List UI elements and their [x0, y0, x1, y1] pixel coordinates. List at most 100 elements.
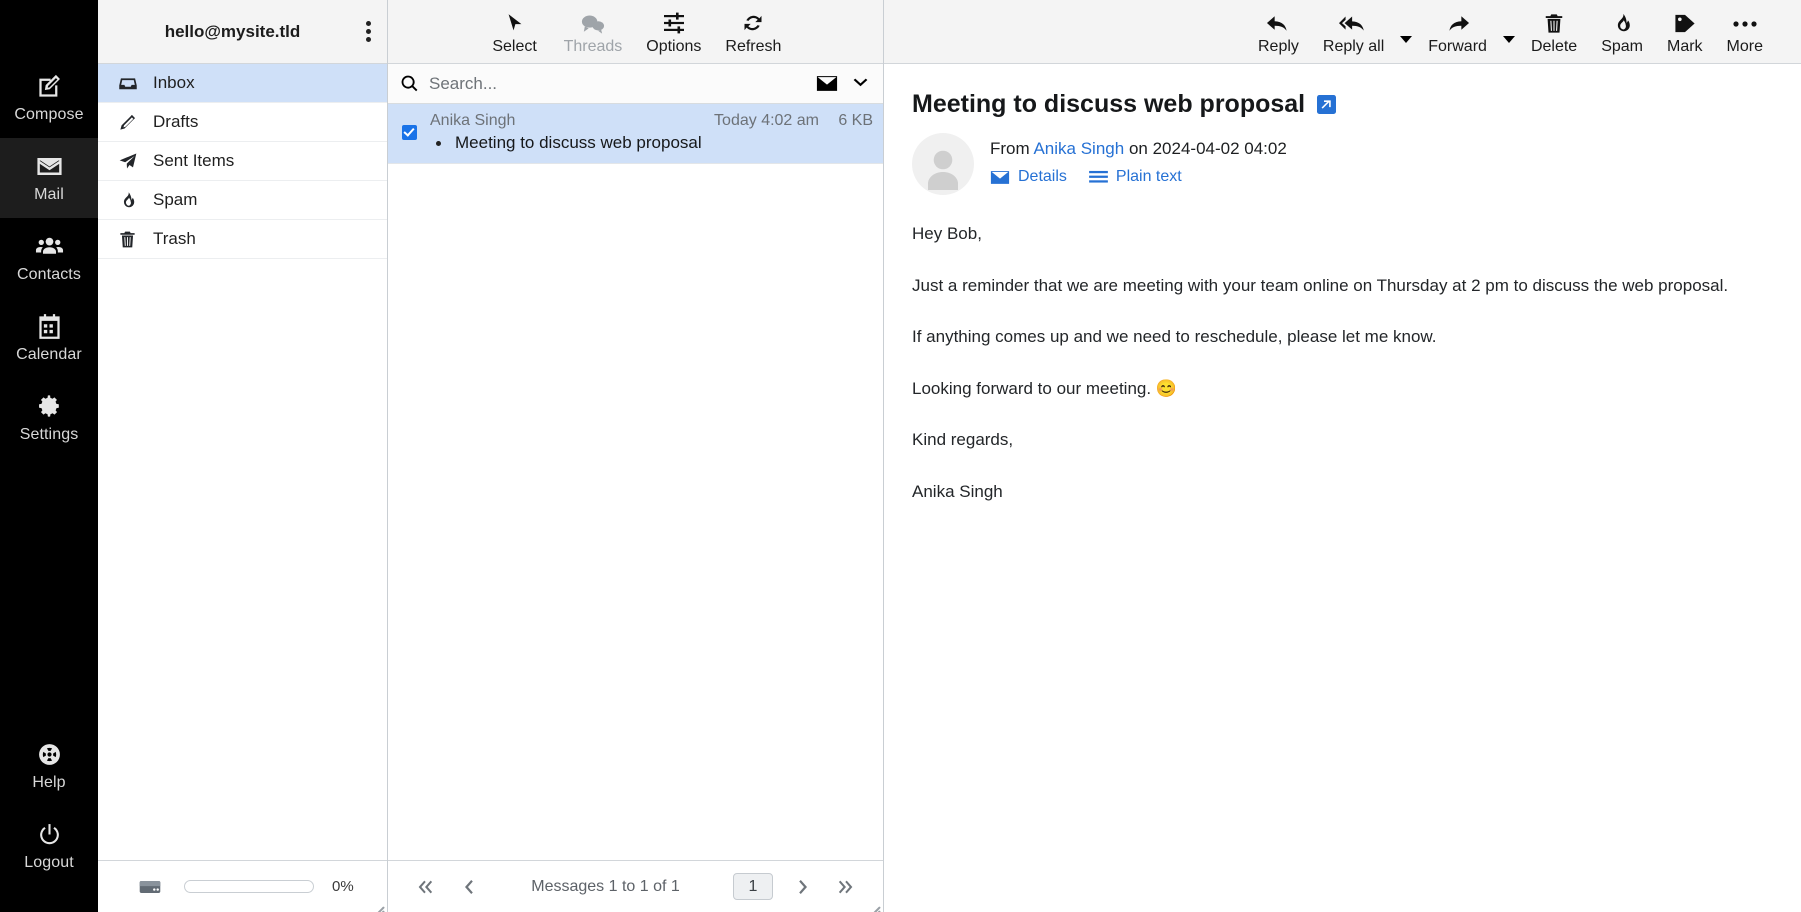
message-view-panel: Reply Reply all Forward [884, 0, 1801, 912]
calendar-icon [36, 311, 63, 341]
search-bar[interactable] [388, 64, 883, 104]
toolbar-label: Forward [1428, 38, 1487, 56]
folder-item-drafts[interactable]: Drafts [98, 103, 387, 142]
message-sender-meta: From Anika Singh on 2024-04-02 04:02 Det… [990, 133, 1287, 186]
from-sender-link[interactable]: Anika Singh [1033, 139, 1124, 158]
chevron-down-icon[interactable] [852, 78, 869, 89]
envelope-icon[interactable] [816, 75, 838, 92]
quota-footer: 0% [98, 860, 387, 912]
message-checkbox[interactable] [388, 112, 430, 153]
mark-button[interactable]: Mark [1657, 7, 1713, 56]
folder-item-inbox[interactable]: Inbox [98, 64, 387, 103]
open-in-new-window-icon[interactable] [1317, 95, 1336, 114]
task-sidebar-spacer [0, 458, 98, 726]
task-logout[interactable]: Logout [0, 806, 98, 886]
folders-header: hello@mysite.tld [98, 0, 387, 64]
folder-options-button[interactable] [349, 0, 387, 63]
lines-icon [1089, 170, 1108, 185]
message-list-footer: Messages 1 to 1 of 1 [388, 860, 883, 912]
folder-item-trash[interactable]: Trash [98, 220, 387, 259]
message-subject: Meeting to discuss web proposal [455, 133, 702, 153]
fire-icon [118, 191, 150, 210]
disk-drive-icon [138, 878, 162, 896]
folder-label: Sent Items [150, 151, 234, 171]
compose-icon [36, 71, 63, 101]
task-settings[interactable]: Settings [0, 378, 98, 458]
reply-all-button[interactable]: Reply all [1313, 7, 1394, 56]
more-button[interactable]: More [1717, 7, 1773, 56]
first-page-button[interactable] [404, 878, 446, 896]
message-row-meta: Anika Singh Today 4:02 am 6 KB [430, 112, 873, 130]
last-page-button[interactable] [825, 878, 867, 896]
search-icon [400, 74, 419, 93]
plain-text-toggle[interactable]: Plain text [1089, 168, 1182, 186]
user-avatar-placeholder-icon [920, 146, 966, 195]
task-sidebar-bottom-group: Help Logout [0, 726, 98, 912]
toolbar-label: Delete [1531, 38, 1577, 56]
plain-text-label: Plain text [1116, 168, 1182, 186]
message-list: Anika Singh Today 4:02 am 6 KB Meeting t… [388, 104, 883, 860]
folders-panel: hello@mysite.tld Inbox Drafts [98, 0, 388, 912]
spam-button[interactable]: Spam [1591, 7, 1653, 56]
toolbar-label: Spam [1601, 38, 1643, 56]
task-compose[interactable]: Compose [0, 58, 98, 138]
message-row-body: Anika Singh Today 4:02 am 6 KB Meeting t… [430, 112, 873, 153]
folder-label: Inbox [150, 73, 195, 93]
threads-button[interactable]: Threads [564, 7, 623, 56]
message-view-content: Meeting to discuss web proposal From Ani… [884, 64, 1801, 912]
message-row-subject-line: Meeting to discuss web proposal [430, 133, 873, 153]
trash-icon [1543, 7, 1565, 35]
message-row[interactable]: Anika Singh Today 4:02 am 6 KB Meeting t… [388, 104, 883, 164]
sliders-options-icon [662, 7, 686, 35]
paper-plane-icon [118, 151, 150, 171]
task-label: Settings [20, 425, 79, 445]
folder-list: Inbox Drafts Sent Items Spam [98, 64, 387, 860]
delete-button[interactable]: Delete [1521, 7, 1587, 56]
task-label: Logout [24, 853, 74, 873]
message-sender-block: From Anika Singh on 2024-04-02 04:02 Det… [912, 133, 1773, 195]
toolbar-label: Mark [1667, 38, 1703, 56]
task-contacts[interactable]: Contacts [0, 218, 98, 298]
envelope-icon [990, 170, 1010, 185]
message-date: Today 4:02 am [714, 112, 819, 130]
trash-icon [118, 230, 150, 249]
task-label: Calendar [16, 345, 82, 365]
next-page-button[interactable] [783, 878, 825, 896]
message-sender: Anika Singh [430, 112, 714, 130]
task-label: Contacts [17, 265, 81, 285]
folder-item-spam[interactable]: Spam [98, 181, 387, 220]
account-title: hello@mysite.tld [98, 22, 349, 42]
reply-button[interactable]: Reply [1248, 7, 1309, 56]
avatar [912, 133, 974, 195]
task-sidebar: Compose Mail Contacts Calendar [0, 0, 98, 912]
message-paragraph: Kind regards, [912, 427, 1773, 453]
panel-resize-grip[interactable] [373, 898, 384, 909]
page-number-input[interactable] [733, 873, 773, 900]
message-meta-links: Details Plain text [990, 168, 1287, 186]
task-calendar[interactable]: Calendar [0, 298, 98, 378]
checkbox-checked-icon [402, 125, 417, 140]
search-input[interactable] [429, 74, 816, 94]
prev-page-button[interactable] [446, 878, 488, 896]
quota-percent-label: 0% [332, 878, 354, 895]
message-paragraph: If anything comes up and we need to resc… [912, 324, 1773, 350]
options-button[interactable]: Options [646, 7, 701, 56]
pagination-status: Messages 1 to 1 of 1 [488, 878, 723, 896]
forward-button[interactable]: Forward [1418, 7, 1497, 56]
unread-dot-icon [436, 141, 441, 146]
refresh-button[interactable]: Refresh [725, 7, 781, 56]
reply-arrow-icon [1266, 7, 1291, 35]
toolbar-label: Select [492, 38, 536, 56]
message-paragraph: Hey Bob, [912, 221, 1773, 247]
task-mail[interactable]: Mail [0, 138, 98, 218]
panel-resize-grip[interactable] [869, 898, 880, 909]
task-help[interactable]: Help [0, 726, 98, 806]
folder-item-sent[interactable]: Sent Items [98, 142, 387, 181]
details-toggle[interactable]: Details [990, 168, 1067, 186]
message-date: 2024-04-02 04:02 [1153, 139, 1287, 158]
reply-all-arrow-icon [1339, 7, 1369, 35]
forward-dropdown-caret-icon[interactable] [1501, 6, 1517, 58]
select-button[interactable]: Select [490, 7, 540, 56]
reply-all-dropdown-caret-icon[interactable] [1398, 6, 1414, 58]
message-view-toolbar: Reply Reply all Forward [884, 0, 1801, 64]
